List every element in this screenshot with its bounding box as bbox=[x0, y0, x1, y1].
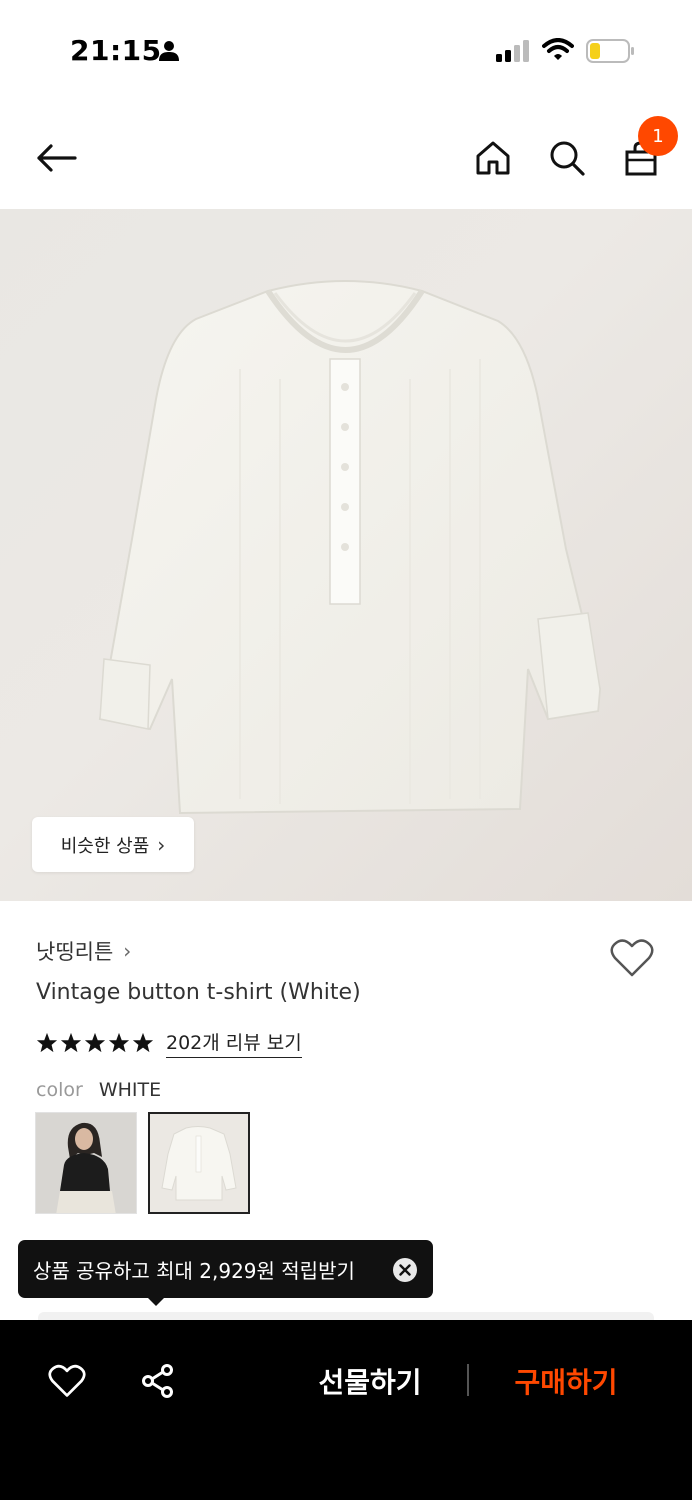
buy-button[interactable]: 구매하기 bbox=[496, 1356, 636, 1406]
bottom-action-bar bbox=[0, 1320, 692, 1500]
gift-button[interactable]: 선물하기 bbox=[300, 1356, 440, 1406]
brand-name: 낫띵리튼 bbox=[36, 940, 114, 964]
product-title: Vintage button t-shirt (White) bbox=[36, 980, 361, 1005]
wifi-icon bbox=[542, 38, 574, 66]
back-arrow-icon[interactable] bbox=[30, 134, 82, 182]
share-icon[interactable] bbox=[138, 1360, 178, 1402]
star-icon bbox=[108, 1032, 130, 1053]
color-row: color WHITE bbox=[36, 1079, 161, 1101]
home-icon[interactable] bbox=[470, 134, 516, 182]
color-label: color bbox=[36, 1079, 83, 1101]
status-time: 21:15 bbox=[70, 34, 162, 67]
star-icon bbox=[132, 1032, 154, 1053]
cart-count-badge: 1 bbox=[638, 116, 678, 156]
battery-icon bbox=[586, 39, 636, 67]
tooltip-arrow bbox=[146, 1296, 166, 1306]
star-icon bbox=[36, 1032, 58, 1053]
wishlist-heart-icon[interactable] bbox=[46, 1360, 88, 1402]
rating-row: 202개 리뷰 보기 bbox=[36, 1028, 302, 1058]
share-reward-tooltip: 상품 공유하고 최대 2,929원 적립받기 bbox=[18, 1240, 433, 1298]
status-bar: 21:15 bbox=[0, 0, 692, 100]
wishlist-heart-icon[interactable] bbox=[610, 938, 654, 982]
star-icon bbox=[60, 1032, 82, 1053]
search-icon[interactable] bbox=[544, 134, 590, 182]
color-swatch-black[interactable] bbox=[35, 1112, 137, 1214]
review-link[interactable]: 202개 리뷰 보기 bbox=[166, 1028, 302, 1058]
color-swatch-white[interactable] bbox=[148, 1112, 250, 1214]
star-icon bbox=[84, 1032, 106, 1053]
signal-icon bbox=[496, 40, 532, 66]
similar-products-button[interactable]: 비슷한 상품 › bbox=[32, 817, 194, 872]
person-icon bbox=[158, 40, 180, 66]
chevron-right-icon: › bbox=[123, 939, 132, 963]
chevron-right-icon: › bbox=[157, 832, 166, 857]
tooltip-text: 상품 공유하고 최대 2,929원 적립받기 bbox=[33, 1258, 355, 1283]
close-icon[interactable] bbox=[393, 1258, 417, 1282]
button-divider bbox=[467, 1364, 469, 1396]
product-image[interactable] bbox=[0, 209, 692, 901]
rating-stars bbox=[36, 1032, 154, 1054]
similar-products-label: 비슷한 상품 bbox=[60, 835, 150, 857]
top-navigation bbox=[0, 110, 692, 206]
brand-link[interactable]: 낫띵리튼 › bbox=[36, 936, 131, 966]
color-value: WHITE bbox=[98, 1079, 162, 1101]
